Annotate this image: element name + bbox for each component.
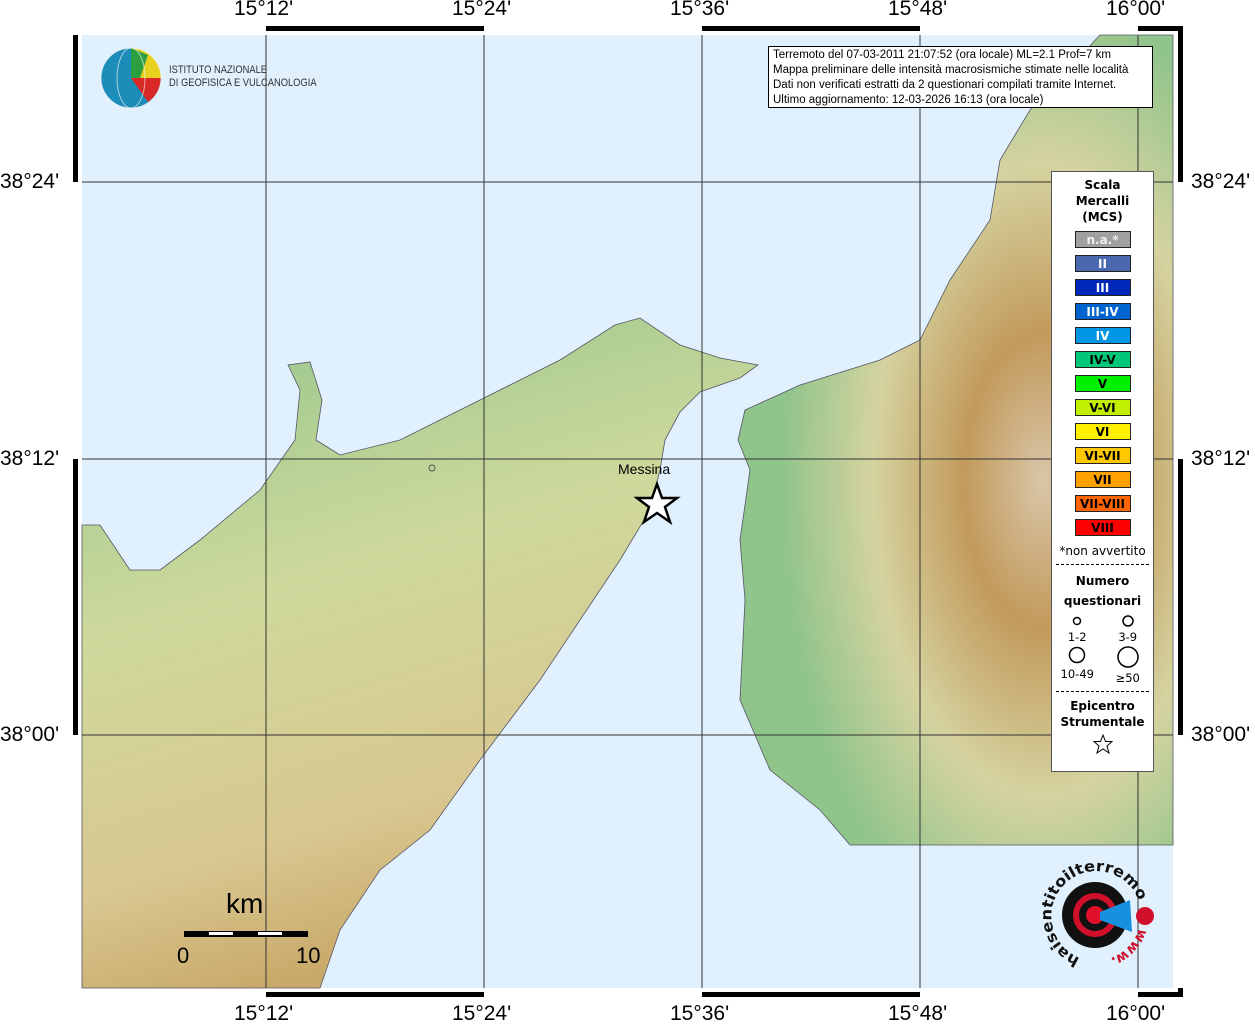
intensity-swatch: III [1074, 279, 1131, 296]
lon-tick-bottom: 15°36' [670, 1002, 730, 1025]
intensity-swatch: n.a.* [1074, 231, 1131, 248]
intensity-swatch: V-VI [1074, 399, 1131, 416]
intensity-swatch: IV [1074, 327, 1131, 344]
logo-line: ISTITUTO NAZIONALE [169, 64, 268, 76]
legend-title: (MCS) [1082, 210, 1123, 224]
star-icon [1092, 733, 1113, 755]
size-label: 10-49 [1060, 667, 1094, 681]
lat-tick-right: 38°24' [1191, 170, 1251, 193]
lat-tick-left: 38°00' [0, 723, 60, 746]
mcs-legend: Scala Mercalli (MCS) n.a.* II III III-IV IV I… [1051, 171, 1154, 772]
lon-tick-top: 15°36' [670, 0, 730, 20]
lat-tick-left: 38°12' [0, 447, 60, 470]
size-10-49: 10-49 [1052, 646, 1103, 685]
lon-tick-top: 15°48' [888, 0, 948, 20]
scale-max: 10 [296, 943, 321, 968]
logo-line: DI GEOFISICA E VULCANOLOGIA [169, 77, 317, 89]
lon-tick-bottom: 15°48' [888, 1002, 948, 1025]
epi-title: Strumentale [1060, 715, 1145, 729]
lon-tick-bottom: 15°24' [452, 1002, 512, 1025]
num-title: Numero [1075, 574, 1130, 588]
na-note: *non avvertito [1059, 544, 1146, 558]
scale-min: 0 [177, 943, 190, 968]
event-info-box: Terremoto del 07-03-2011 21:07:52 (ora l… [768, 46, 1153, 108]
lon-tick-top: 15°24' [452, 0, 512, 20]
size-3-9: 3-9 [1103, 615, 1154, 644]
ingv-logo-globe [100, 47, 162, 109]
scale-bar [184, 931, 308, 937]
intensity-swatch: III-IV [1074, 303, 1131, 320]
info-line: Dati non verificati estratti da 2 questi… [773, 79, 1117, 91]
lon-tick-top: 16°00' [1106, 0, 1166, 20]
size-1-2: 1-2 [1052, 615, 1103, 644]
city-label-messina: Messina [618, 461, 671, 477]
num-title: questionari [1063, 594, 1142, 608]
intensity-swatch: VII [1074, 471, 1131, 488]
info-line: Ultimo aggiornamento: 12-03-2026 16:13 (… [773, 94, 1044, 106]
size-label: ≥50 [1115, 671, 1140, 685]
intensity-swatch: II [1074, 255, 1131, 272]
intensity-swatch: IV-V [1074, 351, 1131, 368]
intensity-swatch: VIII [1074, 519, 1131, 536]
legend-title: Scala [1084, 178, 1121, 192]
intensity-swatches: n.a.* II III III-IV IV IV-V V V-VI VI VI-VII VII VI… [1052, 231, 1153, 536]
lat-tick-right: 38°12' [1191, 447, 1251, 470]
size-50plus: ≥50 [1103, 646, 1154, 685]
lat-tick-left: 38°24' [0, 170, 60, 193]
intensity-swatch: V [1074, 375, 1131, 392]
info-line: Terremoto del 07-03-2011 21:07:52 (ora l… [773, 49, 1111, 61]
intensity-swatch: VII-VIII [1074, 495, 1131, 512]
ingv-logo-text: ISTITUTO NAZIONALE DI GEOFISICA E VULCANO… [169, 64, 317, 90]
info-line: Mappa preliminare delle intensità macros… [773, 64, 1129, 76]
intensity-swatch: VI-VII [1074, 447, 1131, 464]
lon-tick-bottom: 16°00' [1106, 1002, 1166, 1025]
scale-unit: km [226, 888, 264, 919]
lon-tick-top: 15°12' [234, 0, 294, 20]
legend-title: Mercalli [1075, 194, 1130, 208]
size-label: 3-9 [1118, 630, 1138, 644]
intensity-swatch: VI [1074, 423, 1131, 440]
epi-title: Epicentro [1070, 699, 1135, 713]
size-label: 1-2 [1067, 630, 1087, 644]
lon-tick-bottom: 15°12' [234, 1002, 294, 1025]
lat-tick-right: 38°00' [1191, 723, 1251, 746]
